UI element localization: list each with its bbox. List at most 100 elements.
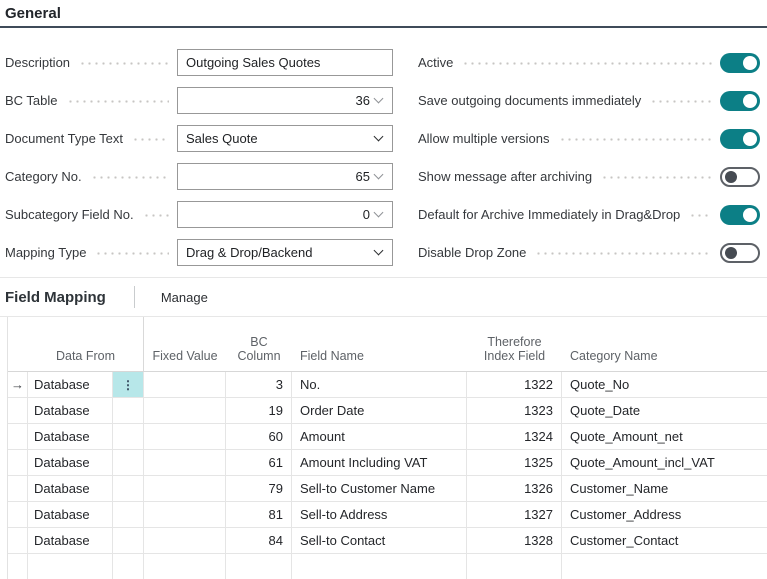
cell-fixed-value[interactable] — [144, 528, 226, 553]
dotted-leader — [462, 62, 712, 65]
chevron-down-icon[interactable] — [374, 246, 384, 256]
field-value-description: Outgoing Sales Quotes — [178, 55, 392, 70]
cell-fixed-value[interactable] — [144, 554, 226, 579]
cell-data-from[interactable]: Database — [28, 476, 113, 501]
column-header-category-name[interactable]: Category Name — [562, 317, 767, 371]
dropdown-category-no[interactable]: 65 — [177, 163, 393, 190]
chevron-down-icon[interactable] — [374, 208, 384, 218]
cell-data-from[interactable]: Database — [28, 450, 113, 475]
chevron-down-icon[interactable] — [374, 132, 384, 142]
cell-therefore-index-field[interactable]: 1322 — [467, 372, 562, 397]
toggle-allow-multiple-versions[interactable] — [720, 129, 760, 149]
field-value-category-no: 65 — [178, 169, 375, 184]
table-row: Database 19Order Date1323Quote_Date — [8, 398, 767, 424]
cell-field-name[interactable]: Sell-to Address — [292, 502, 467, 527]
menu-divider — [134, 286, 135, 308]
column-header-bc-column[interactable]: BCColumn — [226, 317, 292, 371]
cell-category-name[interactable]: Quote_Amount_net — [562, 424, 767, 449]
field-label-active: Active — [418, 55, 453, 70]
cell-therefore-index-field[interactable]: 1324 — [467, 424, 562, 449]
cell-fixed-value[interactable] — [144, 476, 226, 501]
cell-field-name[interactable]: Order Date — [292, 398, 467, 423]
cell-data-from[interactable]: Database — [28, 528, 113, 553]
dotted-leader — [132, 138, 169, 141]
cell-data-from[interactable]: Database — [28, 372, 113, 397]
field-row-category-no: Category No.65 — [5, 163, 393, 190]
cell-bc-column[interactable]: 61 — [226, 450, 292, 475]
dropdown-mapping-type[interactable]: Drag & Drop/Backend — [177, 239, 393, 266]
cell-bc-column[interactable]: 19 — [226, 398, 292, 423]
cell-bc-column[interactable]: 79 — [226, 476, 292, 501]
cell-bc-column[interactable]: 60 — [226, 424, 292, 449]
cell-bc-column[interactable] — [226, 554, 292, 579]
dropdown-bc-table[interactable]: 36 — [177, 87, 393, 114]
cell-therefore-index-field[interactable]: 1325 — [467, 450, 562, 475]
cell-field-name[interactable]: Amount — [292, 424, 467, 449]
field-row-allow-multiple-versions: Allow multiple versions — [418, 125, 760, 152]
dropdown-document-type-text[interactable]: Sales Quote — [177, 125, 393, 152]
column-header-fixed-value[interactable]: Fixed Value — [144, 317, 226, 371]
toggle-active[interactable] — [720, 53, 760, 73]
cell-bc-column[interactable]: 84 — [226, 528, 292, 553]
cell-data-from[interactable] — [28, 554, 113, 579]
table-row — [8, 554, 767, 579]
cell-category-name[interactable]: Quote_Date — [562, 398, 767, 423]
cell-field-name[interactable]: Sell-to Customer Name — [292, 476, 467, 501]
cell-bc-column[interactable]: 81 — [226, 502, 292, 527]
cell-data-from[interactable]: Database — [28, 424, 113, 449]
dropdown-subcategory-field-no[interactable]: 0 — [177, 201, 393, 228]
cell-assist-edit — [113, 502, 144, 527]
cell-fixed-value[interactable] — [144, 398, 226, 423]
table-row: Database 61Amount Including VAT1325Quote_… — [8, 450, 767, 476]
cell-therefore-index-field[interactable]: 1328 — [467, 528, 562, 553]
cell-fixed-value[interactable] — [144, 372, 226, 397]
cell-fixed-value[interactable] — [144, 502, 226, 527]
cell-therefore-index-field[interactable]: 1327 — [467, 502, 562, 527]
manage-menu-button[interactable]: Manage — [161, 290, 208, 305]
column-header-data-from[interactable]: Data From — [28, 317, 144, 371]
cell-data-from[interactable]: Database — [28, 502, 113, 527]
dotted-leader — [601, 176, 712, 179]
field-label-description: Description — [5, 55, 70, 70]
cell-category-name[interactable]: Customer_Name — [562, 476, 767, 501]
cell-category-name[interactable]: Quote_No — [562, 372, 767, 397]
row-indicator — [8, 554, 28, 579]
field-value-mapping-type: Drag & Drop/Backend — [178, 245, 375, 260]
cell-category-name[interactable]: Customer_Address — [562, 502, 767, 527]
cell-bc-column[interactable]: 3 — [226, 372, 292, 397]
cell-category-name[interactable]: Customer_Contact — [562, 528, 767, 553]
input-description[interactable]: Outgoing Sales Quotes — [177, 49, 393, 76]
dotted-leader — [143, 214, 169, 217]
cell-therefore-index-field[interactable]: 1326 — [467, 476, 562, 501]
table-row: Database 60Amount1324Quote_Amount_net — [8, 424, 767, 450]
toggle-default-for-archive-immediately-in-drag-drop[interactable] — [720, 205, 760, 225]
toggle-show-message-after-archiving[interactable] — [720, 167, 760, 187]
cell-field-name[interactable]: Amount Including VAT — [292, 450, 467, 475]
cell-assist-edit — [113, 476, 144, 501]
cell-field-name[interactable]: Sell-to Contact — [292, 528, 467, 553]
column-header-therefore-index-field[interactable]: ThereforeIndex Field — [467, 317, 562, 371]
row-indicator — [8, 528, 28, 553]
cell-field-name[interactable]: No. — [292, 372, 467, 397]
cell-fixed-value[interactable] — [144, 450, 226, 475]
toggle-save-outgoing-documents-immediately[interactable] — [720, 91, 760, 111]
chevron-down-icon[interactable] — [374, 170, 384, 180]
page: General DescriptionOutgoing Sales Quotes… — [0, 0, 767, 579]
cell-fixed-value[interactable] — [144, 424, 226, 449]
cell-category-name[interactable] — [562, 554, 767, 579]
cell-data-from[interactable]: Database — [28, 398, 113, 423]
cell-therefore-index-field[interactable]: 1323 — [467, 398, 562, 423]
field-value-bc-table: 36 — [178, 93, 375, 108]
assist-edit-ellipsis-icon[interactable]: ⋮ — [113, 372, 144, 397]
field-mapping-header-bar: Field Mapping Manage — [0, 277, 767, 317]
column-header-field-name[interactable]: Field Name — [292, 317, 467, 371]
general-left-column: DescriptionOutgoing Sales QuotesBC Table… — [5, 49, 393, 277]
dotted-leader — [689, 214, 712, 217]
cell-field-name[interactable] — [292, 554, 467, 579]
toggle-disable-drop-zone[interactable] — [720, 243, 760, 263]
cell-category-name[interactable]: Quote_Amount_incl_VAT — [562, 450, 767, 475]
cell-therefore-index-field[interactable] — [467, 554, 562, 579]
toggle-knob-icon — [725, 171, 737, 183]
chevron-down-icon[interactable] — [374, 94, 384, 104]
table-row: Database 84Sell-to Contact1328Customer_Co… — [8, 528, 767, 554]
